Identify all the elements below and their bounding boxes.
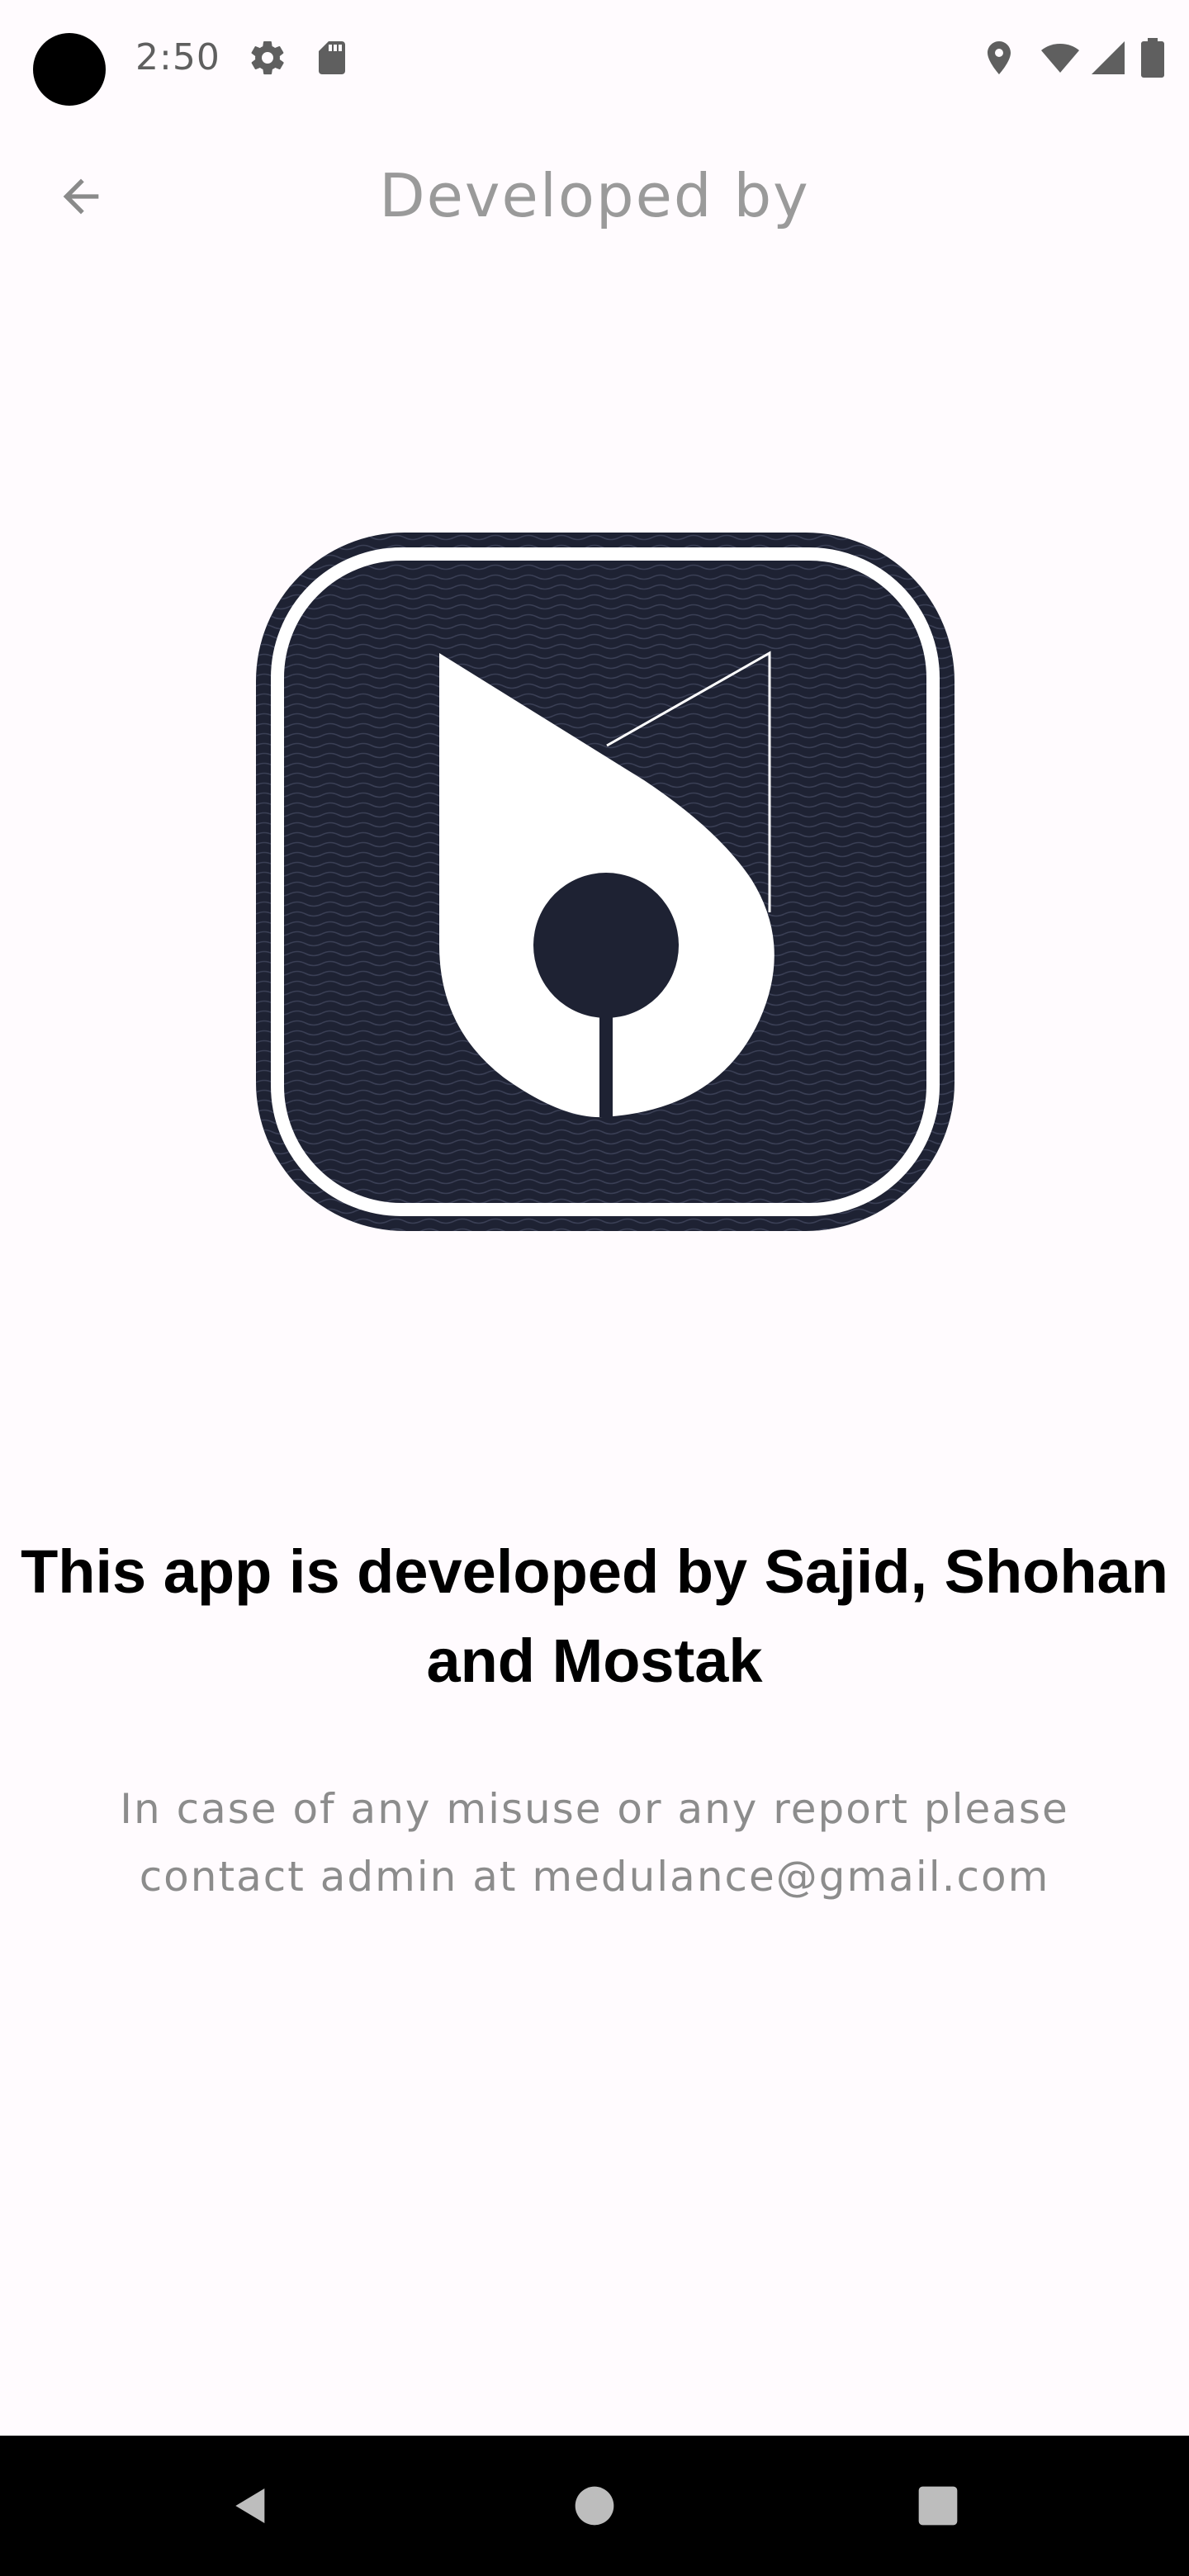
location-icon [979,38,1019,78]
wifi-icon [1040,38,1080,78]
back-triangle-icon [235,2488,265,2523]
app-bar: Developed by [0,116,1189,272]
nav-recents-button[interactable] [905,2473,971,2539]
sd-card-icon [312,38,352,78]
home-circle-icon [575,2486,614,2526]
nav-back-button[interactable] [218,2473,284,2539]
status-time: 2:50 [135,36,220,78]
signal-icon [1088,38,1128,78]
status-bar: 2:50 [0,0,1189,116]
battery-icon [1138,38,1168,78]
camera-cutout [33,33,106,106]
settings-icon [248,38,287,78]
app-logo [256,533,955,1231]
contact-info-text: In case of any misuse or any report plea… [120,1785,1069,1901]
recents-square-icon [918,2486,958,2526]
developer-credit-heading: This app is developed by Sajid, Shohan a… [21,1537,1168,1695]
system-navigation-bar [0,2436,1189,2576]
page-title: Developed by [379,161,810,230]
nav-home-button[interactable] [561,2473,628,2539]
